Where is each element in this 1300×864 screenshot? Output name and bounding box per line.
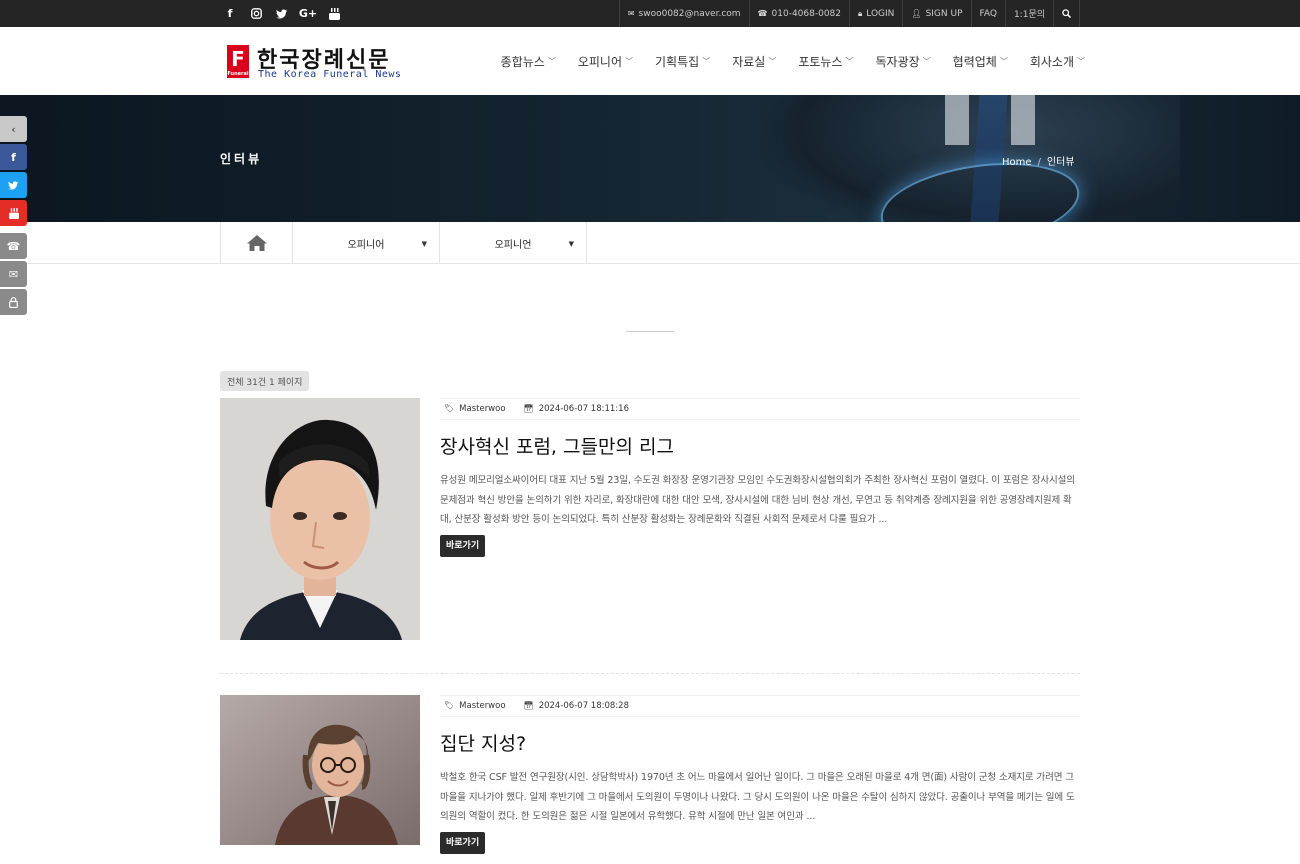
- calendar-icon: 📅︎: [523, 701, 534, 710]
- chevron-left-icon: ‹: [11, 122, 16, 136]
- main-nav: 종합뉴스 ﹀ 오피니어 ﹀ 기획특집 ﹀ 자료실 ﹀ 포토뉴스 ﹀ 독자광장 ﹀ 협력업체 ﹀…: [501, 27, 1085, 95]
- top-bar: f G+ ✉ swoo0082@naver.com ☎ 010-4068-0082 …: [0, 0, 1300, 27]
- facebook-icon[interactable]: f: [222, 6, 238, 22]
- post-thumbnail[interactable]: [220, 695, 420, 845]
- post-item: 🏷︎ Masterwoo 📅︎ 2024-06-07 18:08:28 집단 지성?…: [220, 695, 1080, 854]
- post-excerpt: 박철호 한국 CSF 발전 연구원장(시인. 상담학박사) 1970년 초 어느…: [440, 772, 1075, 822]
- site-logo[interactable]: F Funeral 한국장례신문 The Korea Funeral News: [227, 44, 417, 84]
- share-facebook-button[interactable]: f: [0, 144, 27, 170]
- site-header: F Funeral 한국장례신문 The Korea Funeral News 종…: [0, 27, 1300, 95]
- post-date: 📅︎ 2024-06-07 18:08:28: [523, 701, 629, 711]
- post-meta: 🏷︎ Masterwoo 📅︎ 2024-06-07 18:08:28: [440, 695, 1080, 717]
- signup-link[interactable]: 👤︎ SIGN UP: [902, 0, 970, 27]
- breadcrumb-current: 인터뷰: [1046, 157, 1075, 168]
- nav-item-general-news[interactable]: 종합뉴스 ﹀: [501, 53, 556, 70]
- sub-nav: 오피니어 ▼ 오피니언 ▼: [0, 222, 1300, 264]
- nav-item-about[interactable]: 회사소개 ﹀: [1030, 53, 1085, 70]
- breadcrumb-home[interactable]: Home: [1002, 157, 1032, 168]
- post-separator: [220, 673, 1080, 674]
- member-button[interactable]: [0, 289, 27, 315]
- post-title[interactable]: 장사혁신 포럼, 그들만의 리그: [440, 432, 1080, 459]
- twitter-icon: [8, 180, 19, 190]
- nav-item-readers[interactable]: 독자광장 ﹀: [875, 53, 930, 70]
- calendar-icon: 📅︎: [523, 404, 534, 413]
- post-body: 🏷︎ Masterwoo 📅︎ 2024-06-07 18:08:28 집단 지성?…: [440, 695, 1080, 854]
- page-banner: 인터뷰 Home / 인터뷰: [0, 95, 1300, 222]
- phone-link[interactable]: ☎ 010-4068-0082: [748, 0, 849, 27]
- nav-item-partners[interactable]: 협력업체 ﹀: [953, 53, 1008, 70]
- chevron-down-icon: ﹀: [922, 56, 931, 66]
- post-count-badge: 전체 31건 1 페이지: [220, 371, 310, 391]
- nav-item-special[interactable]: 기획특집 ﹀: [655, 53, 710, 70]
- youtube-icon[interactable]: [326, 6, 342, 22]
- call-button[interactable]: ☎: [0, 233, 27, 259]
- post-meta: 🏷︎ Masterwoo 📅︎ 2024-06-07 18:11:16: [440, 398, 1080, 420]
- envelope-icon: ✉: [8, 267, 19, 281]
- youtube-icon: [8, 207, 19, 219]
- chevron-down-icon: ﹀: [999, 56, 1008, 66]
- chevron-down-icon: ﹀: [625, 56, 634, 66]
- category-dropdown[interactable]: 오피니어 ▼: [293, 222, 440, 264]
- home-icon: [246, 235, 267, 251]
- post-body: 🏷︎ Masterwoo 📅︎ 2024-06-07 18:11:16 장사혁신 포…: [440, 398, 1080, 557]
- post-item: 🏷︎ Masterwoo 📅︎ 2024-06-07 18:11:16 장사혁신 포…: [220, 398, 1080, 640]
- sidebar-toggle-button[interactable]: ‹: [0, 116, 27, 142]
- post-thumbnail[interactable]: [220, 398, 420, 640]
- portrait-image: [220, 398, 420, 640]
- subcategory-dropdown[interactable]: 오피니언 ▼: [440, 222, 587, 264]
- nav-item-archive[interactable]: 자료실 ﹀: [732, 53, 776, 70]
- phone-icon: ☎: [757, 9, 768, 18]
- logo-mark: F Funeral: [227, 45, 249, 78]
- lock-icon: 🔒︎: [858, 8, 863, 18]
- chevron-down-icon: ﹀: [1077, 56, 1085, 66]
- tag-icon: 🏷︎: [444, 701, 455, 710]
- post-excerpt: 유성원 메모리얼소싸이어티 대표 지난 5월 23일, 수도권 화장장 운영기관…: [440, 475, 1075, 525]
- lock-icon: [9, 296, 18, 308]
- search-icon: [1062, 9, 1071, 18]
- twitter-icon[interactable]: [274, 6, 290, 22]
- read-more-button[interactable]: 바로가기: [440, 831, 486, 854]
- chevron-down-icon: ﹀: [702, 56, 711, 66]
- google-plus-icon[interactable]: G+: [299, 6, 317, 22]
- post-author: 🏷︎ Masterwoo: [444, 701, 506, 711]
- login-link[interactable]: 🔒︎ LOGIN: [849, 0, 902, 27]
- instagram-icon[interactable]: [248, 6, 264, 22]
- logo-english: The Korea Funeral News: [258, 69, 402, 80]
- inquiry-link[interactable]: 1:1문의: [1004, 0, 1053, 27]
- mail-button[interactable]: ✉: [0, 261, 27, 287]
- share-twitter-button[interactable]: [0, 172, 27, 198]
- nav-item-opinion[interactable]: 오피니어 ﹀: [578, 53, 633, 70]
- chevron-down-icon: ﹀: [845, 56, 854, 66]
- user-icon: 👤︎: [911, 9, 922, 18]
- tag-icon: 🏷︎: [444, 404, 455, 413]
- phone-icon: ☎: [6, 239, 21, 253]
- post-title[interactable]: 집단 지성?: [440, 729, 1080, 756]
- caret-down-icon: ▼: [568, 240, 574, 248]
- nav-item-photo-news[interactable]: 포토뉴스 ﹀: [798, 53, 853, 70]
- share-youtube-button[interactable]: [0, 200, 27, 226]
- page-title: 인터뷰: [220, 152, 263, 166]
- breadcrumb: Home / 인터뷰: [1002, 157, 1075, 168]
- chevron-down-icon: ﹀: [768, 56, 777, 66]
- caret-down-icon: ▼: [421, 240, 427, 248]
- social-links: f G+: [222, 0, 342, 27]
- read-more-button[interactable]: 바로가기: [440, 534, 486, 557]
- post-author: 🏷︎ Masterwoo: [444, 404, 506, 414]
- faq-link[interactable]: FAQ: [970, 0, 1005, 27]
- section-divider: [626, 331, 674, 332]
- post-date: 📅︎ 2024-06-07 18:11:16: [523, 404, 629, 414]
- home-button[interactable]: [220, 222, 293, 264]
- facebook-icon: f: [11, 150, 16, 164]
- top-links: ✉ swoo0082@naver.com ☎ 010-4068-0082 🔒︎ LOG…: [618, 0, 1080, 27]
- portrait-image: [220, 695, 420, 845]
- email-link[interactable]: ✉ swoo0082@naver.com: [618, 0, 749, 27]
- envelope-icon: ✉: [627, 9, 635, 18]
- chevron-down-icon: ﹀: [547, 56, 556, 66]
- search-button[interactable]: [1053, 0, 1080, 27]
